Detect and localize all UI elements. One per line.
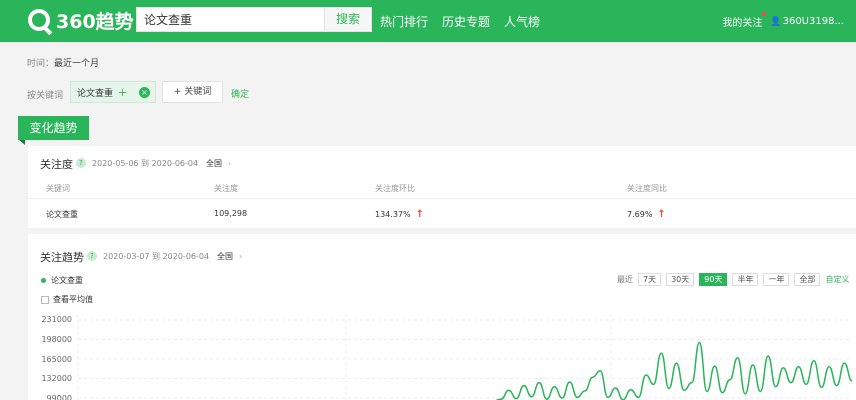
trend-chart [77,314,853,400]
series-line-lunwen-chachong [495,341,853,400]
chart-grid [77,314,850,400]
